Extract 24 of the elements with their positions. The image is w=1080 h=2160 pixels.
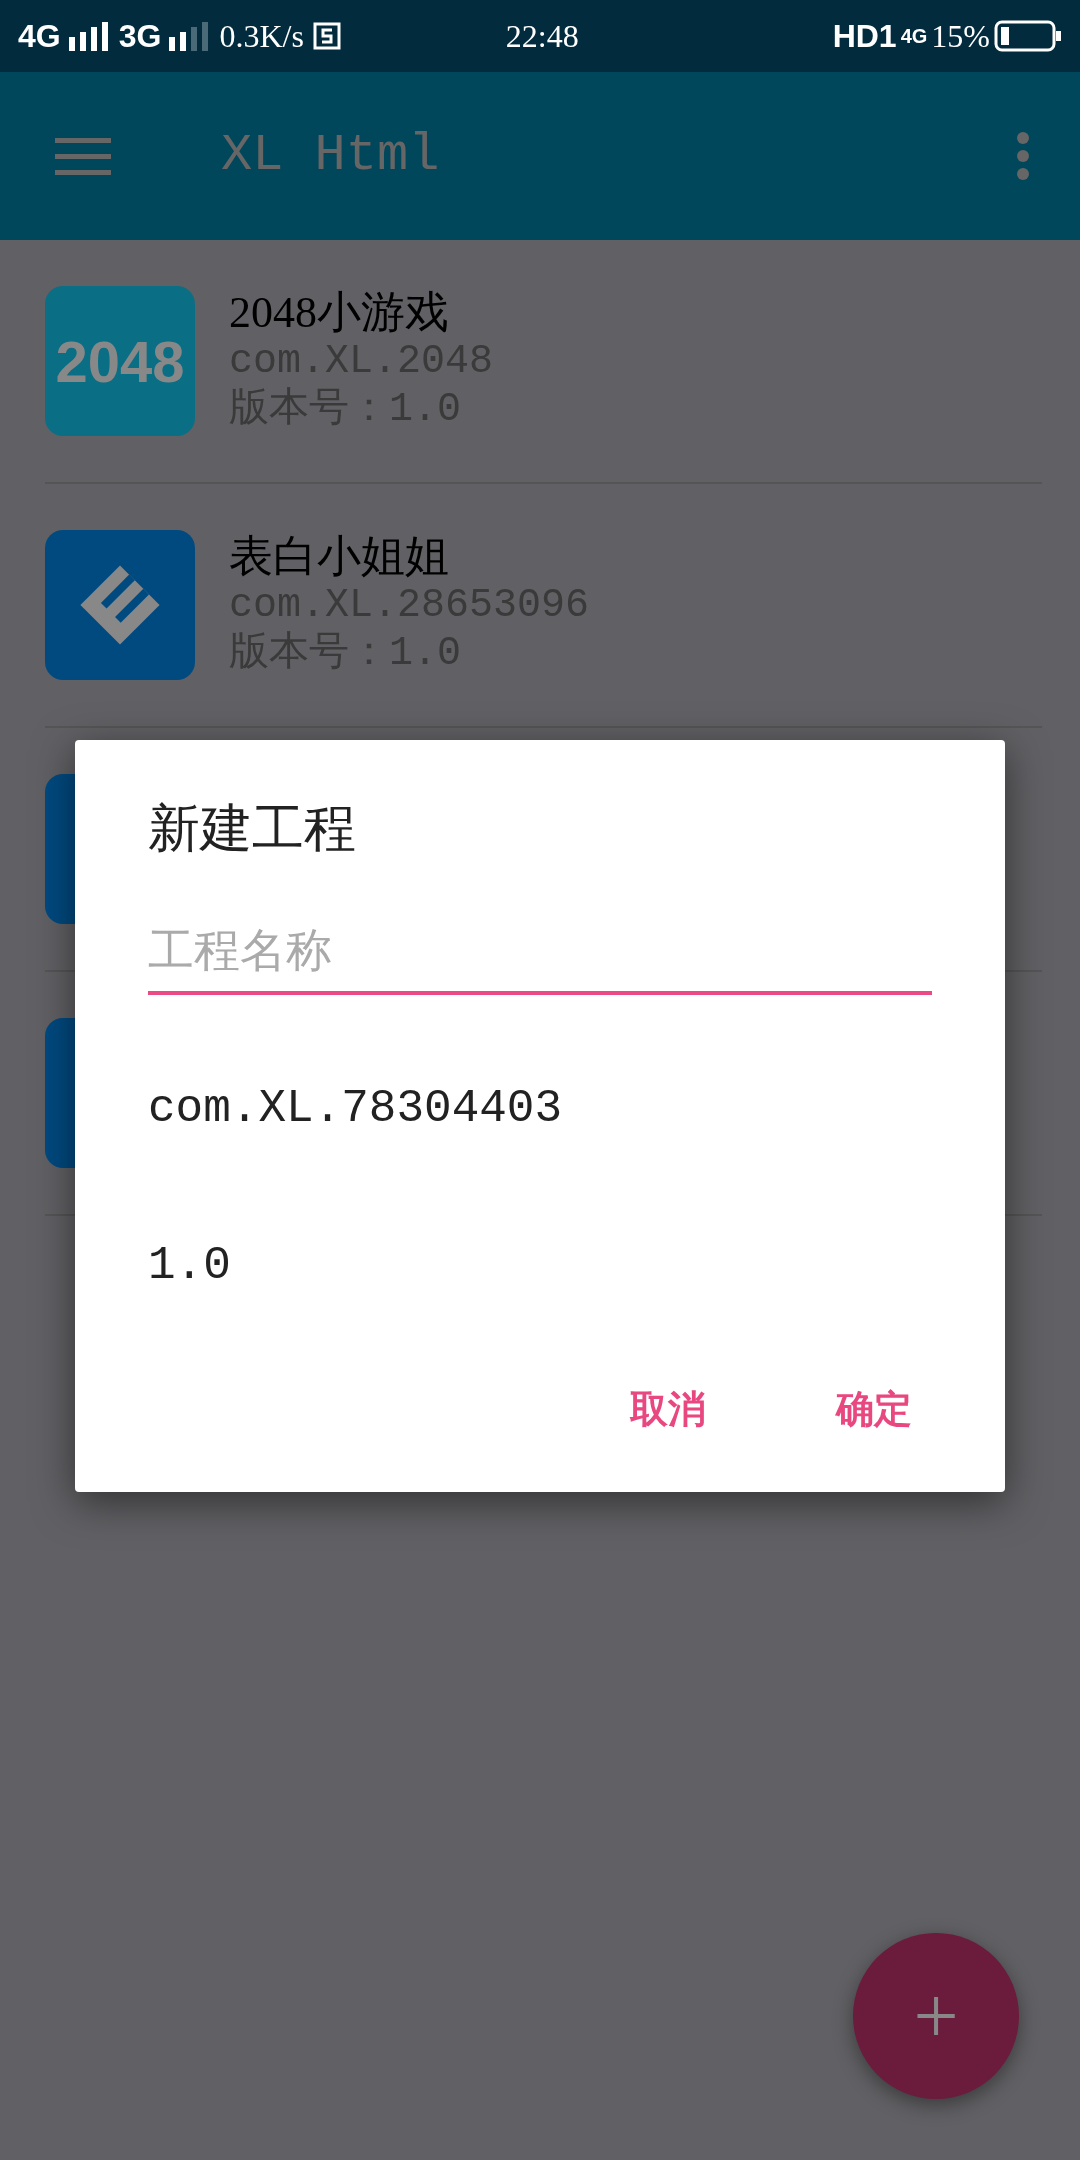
cancel-button[interactable]: 取消 [610, 1371, 726, 1448]
add-button[interactable]: + [853, 1933, 1019, 2099]
dialog-title: 新建工程 [148, 799, 357, 859]
screenshot-icon [311, 21, 342, 51]
app-icon [45, 530, 195, 680]
battery-percent: 15% [931, 17, 990, 56]
network-label: 4G [18, 17, 61, 56]
project-title: 2048小游戏 [229, 287, 450, 339]
more-options-icon[interactable] [1016, 131, 1030, 181]
app-title: XL Html [221, 125, 441, 187]
confirm-button[interactable]: 确定 [816, 1371, 932, 1448]
battery-icon [994, 20, 1062, 52]
package-name: com.XL.78304403 [148, 1082, 564, 1137]
project-title: 表白小姐姐 [229, 531, 450, 583]
network-label: 3G [118, 17, 162, 56]
status-time: 22:48 [505, 18, 579, 54]
app-icon: 2048 [45, 286, 195, 436]
input-field[interactable]: 工程名称 [148, 908, 932, 995]
network-label: 4G [900, 24, 928, 49]
speed-text: 0.3K/s [219, 17, 304, 56]
menu-icon[interactable] [55, 136, 111, 176]
version-text: 1.0 [148, 1239, 232, 1294]
hd-label: HD1 [832, 17, 897, 56]
signal-icon [68, 21, 111, 51]
